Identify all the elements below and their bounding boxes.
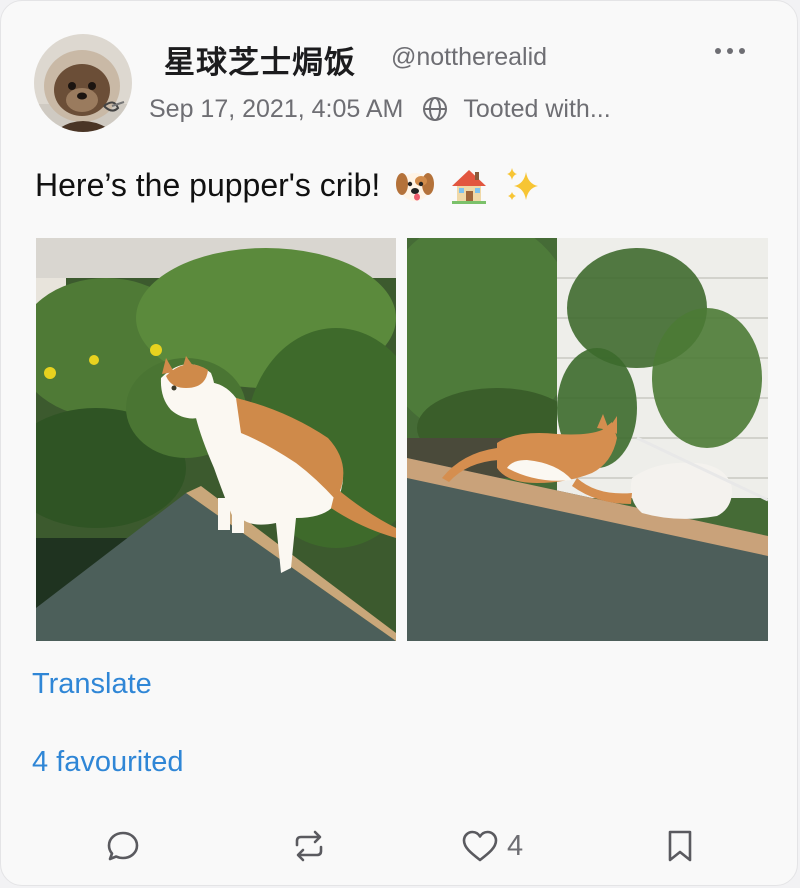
reply-button[interactable] xyxy=(105,826,141,866)
otter-avatar-image xyxy=(34,34,132,132)
bookmark-icon xyxy=(668,830,692,862)
sparkles-emoji xyxy=(507,168,539,200)
post-content: Here’s the pupper's crib! xyxy=(35,164,544,206)
post-timestamp[interactable]: Sep 17, 2021, 4:05 AM xyxy=(149,95,403,124)
post-meta: Sep 17, 2021, 4:05 AM Tooted with... xyxy=(149,93,611,125)
boost-button[interactable] xyxy=(291,826,327,866)
more-options-icon[interactable] xyxy=(713,39,747,63)
translate-link[interactable]: Translate xyxy=(32,668,152,701)
favourited-count-link[interactable]: 4 favourited xyxy=(32,746,184,779)
favourite-button[interactable]: 4 xyxy=(461,826,523,866)
heart-icon xyxy=(462,830,498,862)
post-text: Here’s the pupper's crib! xyxy=(35,166,381,203)
globe-icon xyxy=(423,97,448,121)
action-bar: 4 xyxy=(1,821,799,871)
user-handle[interactable]: @notthereal​id xyxy=(391,43,547,72)
media-image-2[interactable] xyxy=(407,238,768,641)
favourite-count: 4 xyxy=(507,829,524,862)
speech-bubble-icon xyxy=(107,831,139,861)
repeat-icon xyxy=(295,830,323,862)
media-image-1[interactable] xyxy=(36,238,396,641)
display-name[interactable]: 星球芝士焗饭 xyxy=(164,37,356,82)
bookmark-button[interactable] xyxy=(665,826,695,866)
avatar[interactable] xyxy=(34,34,132,132)
post-card: 星球芝士焗饭 @notthereal​id Sep 17, 2021, 4:05… xyxy=(0,0,798,886)
house-emoji xyxy=(452,170,487,204)
dog-face-emoji xyxy=(396,173,435,201)
post-client[interactable]: Tooted with... xyxy=(463,95,610,124)
